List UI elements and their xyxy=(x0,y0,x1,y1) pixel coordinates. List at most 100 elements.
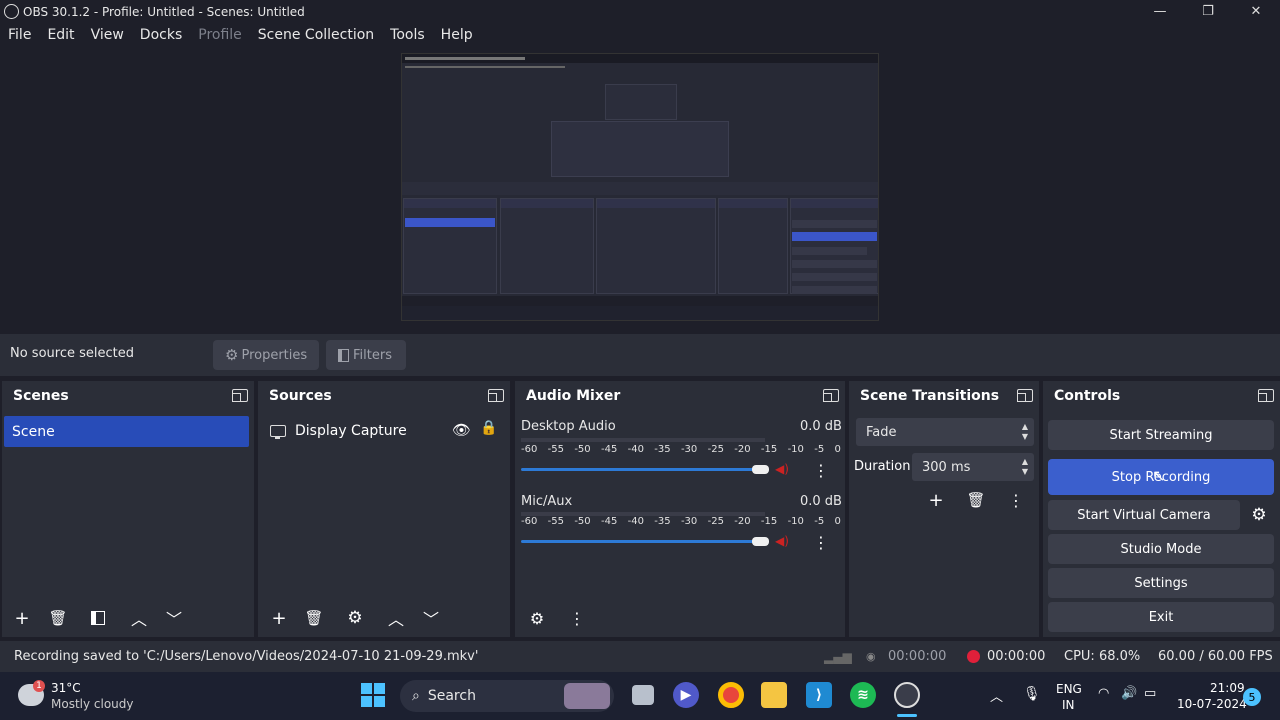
duration-spinbox[interactable]: 300 ms ▲ ▼ xyxy=(912,453,1034,481)
settings-button[interactable]: Settings xyxy=(1048,568,1274,598)
language-indicator[interactable]: ENG xyxy=(1056,682,1082,696)
volume-slider-handle[interactable] xyxy=(752,537,770,546)
menu-view[interactable]: View xyxy=(91,27,124,43)
filters-icon xyxy=(338,348,349,362)
vscode-icon[interactable]: ⟩ xyxy=(806,682,832,708)
wifi-icon[interactable]: ◠ xyxy=(1098,686,1109,701)
menu-profile[interactable]: Profile xyxy=(198,27,242,43)
kebab-menu-icon: ⋮ xyxy=(813,460,829,480)
scale-tick: -25 xyxy=(707,516,724,527)
stream-status-icon: ◉ xyxy=(866,650,876,663)
chrome-icon[interactable] xyxy=(718,682,744,708)
undock-icon[interactable] xyxy=(488,389,504,402)
scale-tick: -55 xyxy=(547,444,564,455)
transition-menu-button[interactable]: ⋮ xyxy=(1003,487,1029,513)
remove-source-button[interactable]: 🗑 xyxy=(301,605,327,631)
clock-date[interactable]: 10-07-2024 xyxy=(1177,697,1247,711)
undock-icon[interactable] xyxy=(232,389,248,402)
source-properties-button[interactable]: ⚙ xyxy=(342,605,368,631)
taskbar-search[interactable]: ⌕ Search xyxy=(400,680,614,712)
monitor-icon xyxy=(270,425,286,439)
chevron-down-icon: ﹀ xyxy=(165,610,182,629)
notification-badge[interactable]: 5 xyxy=(1243,688,1261,706)
filters-button[interactable]: Filters xyxy=(326,340,406,370)
start-virtual-camera-button[interactable]: Start Virtual Camera xyxy=(1048,500,1240,530)
menu-tools[interactable]: Tools xyxy=(390,27,425,43)
volume-slider[interactable] xyxy=(521,468,769,471)
add-transition-button[interactable]: + xyxy=(923,487,949,513)
chevron-up-icon[interactable]: ︿ xyxy=(990,686,1003,705)
microphone-icon[interactable]: 🎙 xyxy=(1023,686,1041,702)
scale-tick: -10 xyxy=(787,516,804,527)
spotify-icon[interactable]: ≋ xyxy=(850,682,876,708)
maximize-button[interactable]: ❐ xyxy=(1184,0,1232,23)
meter-scale: -60 -55 -50 -45 -40 -35 -30 -25 -20 -15 -10 -5 0 xyxy=(521,516,841,527)
source-list-item[interactable]: Display Capture 👁 🔒 xyxy=(266,418,506,444)
obs-taskbar-icon[interactable] xyxy=(894,682,920,708)
meter-scale: -60 -55 -50 -45 -40 -35 -30 -25 -20 -15 -10 -5 0 xyxy=(521,444,841,455)
undock-icon[interactable] xyxy=(1017,389,1033,402)
close-button[interactable]: ✕ xyxy=(1232,0,1280,23)
start-streaming-button[interactable]: Start Streaming xyxy=(1048,420,1274,450)
obs-logo-icon xyxy=(4,4,19,19)
chevron-up-icon: ︿ xyxy=(130,610,147,629)
scene-name: Scene xyxy=(12,423,55,440)
menu-file[interactable]: File xyxy=(8,27,31,43)
scene-list-item[interactable]: Scene xyxy=(4,416,249,447)
move-source-up-button[interactable]: ︿ xyxy=(383,605,409,631)
speaker-icon[interactable]: ◀) xyxy=(775,462,789,476)
move-scene-down-button[interactable]: ﹀ xyxy=(161,605,187,631)
channel-menu-button[interactable]: ⋮ xyxy=(808,529,834,555)
gears-icon: ⚙ xyxy=(529,608,545,628)
eye-icon[interactable]: 👁 xyxy=(452,421,471,439)
battery-icon[interactable]: ▭ xyxy=(1144,686,1156,701)
weather-temp: 31°C xyxy=(51,681,81,695)
minimize-button[interactable]: — xyxy=(1136,0,1184,23)
weather-desc: Mostly cloudy xyxy=(51,697,134,711)
move-scene-up-button[interactable]: ︿ xyxy=(126,605,152,631)
clock-time[interactable]: 21:09 xyxy=(1210,681,1245,695)
task-view-icon[interactable] xyxy=(632,685,654,705)
volume-icon[interactable]: 🔊 xyxy=(1121,686,1137,701)
remove-scene-button[interactable]: 🗑 xyxy=(45,605,71,631)
channel-menu-button[interactable]: ⋮ xyxy=(808,457,834,483)
studio-mode-button[interactable]: Studio Mode xyxy=(1048,534,1274,564)
meet-app-icon[interactable]: ▶ xyxy=(673,682,699,708)
lock-icon[interactable]: 🔒 xyxy=(480,420,497,436)
speaker-icon[interactable]: ◀) xyxy=(775,534,789,548)
gear-icon: ⚙ xyxy=(1251,505,1267,525)
menu-edit[interactable]: Edit xyxy=(47,27,74,43)
add-source-button[interactable]: + xyxy=(266,605,292,631)
menu-help[interactable]: Help xyxy=(441,27,473,43)
properties-button[interactable]: ⚙ Properties xyxy=(213,340,319,370)
gear-icon: ⚙ xyxy=(347,608,363,628)
undock-icon[interactable] xyxy=(1258,389,1274,402)
chevron-up-icon: ︿ xyxy=(387,610,404,629)
file-explorer-icon[interactable] xyxy=(761,682,787,708)
menu-docks[interactable]: Docks xyxy=(140,27,182,43)
transition-select[interactable]: Fade ▲ ▼ xyxy=(856,418,1034,446)
remove-transition-button[interactable]: 🗑 xyxy=(963,487,989,513)
scale-tick: -60 xyxy=(521,444,538,455)
exit-button[interactable]: Exit xyxy=(1048,602,1274,632)
scale-tick: -40 xyxy=(627,516,644,527)
mixer-menu-button[interactable]: ⋮ xyxy=(564,605,590,631)
title-bar: OBS 30.1.2 - Profile: Untitled - Scenes:… xyxy=(0,0,1280,23)
windows-start-icon[interactable] xyxy=(360,682,386,708)
volume-meter xyxy=(521,438,765,442)
volume-slider-handle[interactable] xyxy=(752,465,770,474)
move-source-down-button[interactable]: ﹀ xyxy=(418,605,444,631)
scale-tick: -20 xyxy=(734,444,751,455)
scene-filters-button[interactable] xyxy=(85,605,111,631)
menu-scene-collection[interactable]: Scene Collection xyxy=(258,27,374,43)
source-toolbar: No source selected ⚙ Properties Filters xyxy=(0,334,1280,376)
undock-icon[interactable] xyxy=(823,389,839,402)
advanced-audio-button[interactable]: ⚙ xyxy=(524,605,550,631)
add-scene-button[interactable]: + xyxy=(9,605,35,631)
search-highlight-icon xyxy=(564,683,610,709)
preview-canvas[interactable] xyxy=(401,53,879,321)
virtual-camera-settings-button[interactable]: ⚙ xyxy=(1246,502,1272,528)
plus-icon: + xyxy=(928,489,944,511)
volume-slider[interactable] xyxy=(521,540,769,543)
scale-tick: 0 xyxy=(834,444,841,455)
